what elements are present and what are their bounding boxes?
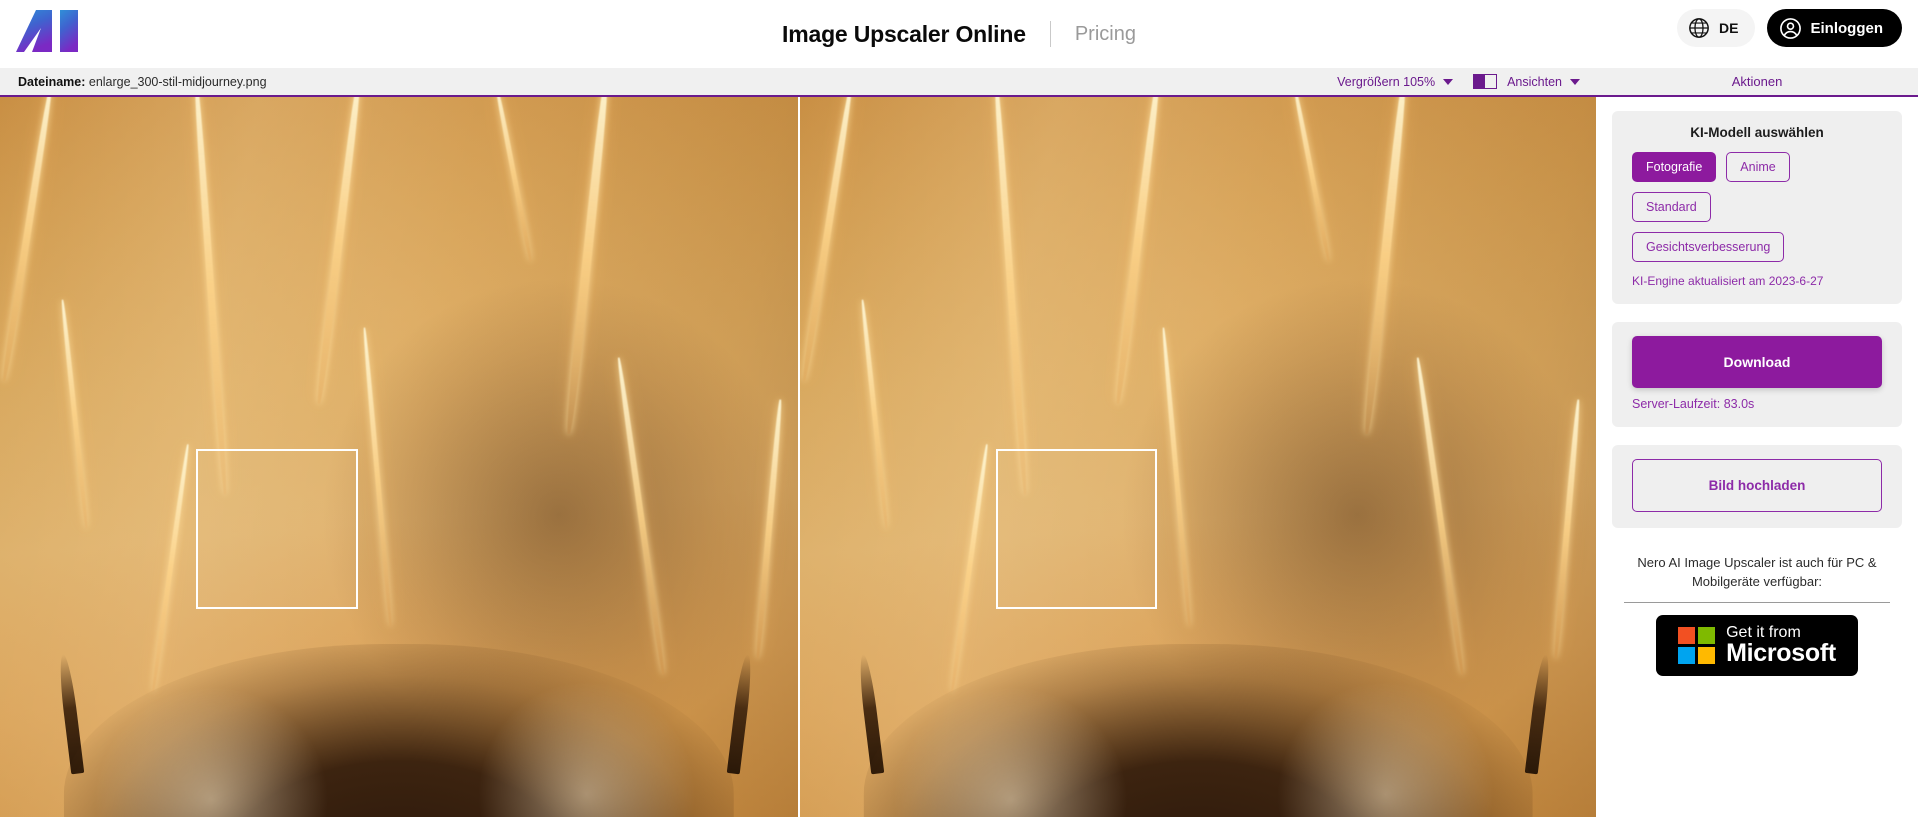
zoom-selection-rectangle[interactable] [196,449,359,609]
ai-model-options-row-1: Fotografie Anime [1632,152,1882,182]
image-toolbar: Dateiname: enlarge_300-stil-midjourney.p… [0,68,1596,97]
microsoft-badge-text: Get it from Microsoft [1726,624,1836,667]
language-code: DE [1719,20,1739,36]
ai-engine-update-note: KI-Engine aktualisiert am 2023-6-27 [1632,274,1824,288]
split-view-icon [1473,74,1498,89]
promo-text: Nero AI Image Upscaler ist auch für PC &… [1637,555,1877,589]
actions-sidebar: Aktionen KI-Modell auswählen Fotografie … [1596,68,1918,817]
login-button[interactable]: Einloggen [1766,9,1902,47]
promo-divider [1624,601,1890,603]
image-comparison-viewport[interactable] [0,97,1596,817]
filename-display: Dateiname: enlarge_300-stil-midjourney.p… [18,75,267,89]
nav-divider [1049,21,1051,47]
sidebar-panel-title: Aktionen [1596,68,1918,97]
upscaled-image-pane[interactable] [798,97,1596,817]
zoom-dropdown[interactable]: Vergrößern 105% [1327,75,1463,89]
download-button[interactable]: Download [1632,336,1882,388]
microsoft-store-icon [1678,626,1716,664]
server-runtime-label: Server-Laufzeit: 83.0s [1632,397,1755,411]
page-title: Image Upscaler Online [782,20,1026,47]
views-label: Ansichten [1507,74,1562,89]
ai-model-title: KI-Modell auswählen [1690,125,1824,140]
model-option-fotografie[interactable]: Fotografie [1632,152,1717,182]
header-actions: DE Einloggen [1677,9,1902,47]
ai-model-options-row-2: Standard [1632,192,1882,222]
user-circle-icon [1779,17,1801,39]
microsoft-store-badge[interactable]: Get it from Microsoft [1656,614,1858,676]
toolbar-controls: Vergrößern 105% Ansichten [1327,74,1590,89]
model-option-standard[interactable]: Standard [1632,192,1711,222]
chevron-down-icon [1570,78,1580,85]
model-option-anime[interactable]: Anime [1726,152,1790,182]
microsoft-badge-big-text: Microsoft [1726,638,1836,667]
upload-card: Bild hochladen [1612,445,1902,528]
filename-value: enlarge_300-stil-midjourney.png [88,74,267,89]
nav-link-pricing[interactable]: Pricing [1075,23,1136,46]
download-card: Download Server-Laufzeit: 83.0s [1612,322,1902,427]
zoom-level-label: Vergrößern 105% [1337,74,1436,89]
header-center-nav: Image Upscaler Online Pricing [0,0,1918,68]
app-header: Image Upscaler Online Pricing DE Einlogg… [0,0,1918,68]
filename-label: Dateiname: [18,74,86,89]
language-selector[interactable]: DE [1677,9,1755,47]
zoom-selection-rectangle[interactable] [995,449,1158,609]
globe-icon [1689,18,1709,38]
views-dropdown[interactable]: Ansichten [1463,74,1590,89]
login-label: Einloggen [1810,19,1884,37]
promo-section: Nero AI Image Upscaler ist auch für PC &… [1620,554,1894,676]
upload-image-button[interactable]: Bild hochladen [1632,459,1882,512]
ai-model-card: KI-Modell auswählen Fotografie Anime Sta… [1612,111,1902,304]
model-option-gesichtsverbesserung[interactable]: Gesichtsverbesserung [1632,232,1785,262]
ai-model-options-row-3: Gesichtsverbesserung [1632,232,1882,262]
chevron-down-icon [1443,78,1454,85]
original-image-pane[interactable] [0,97,798,817]
